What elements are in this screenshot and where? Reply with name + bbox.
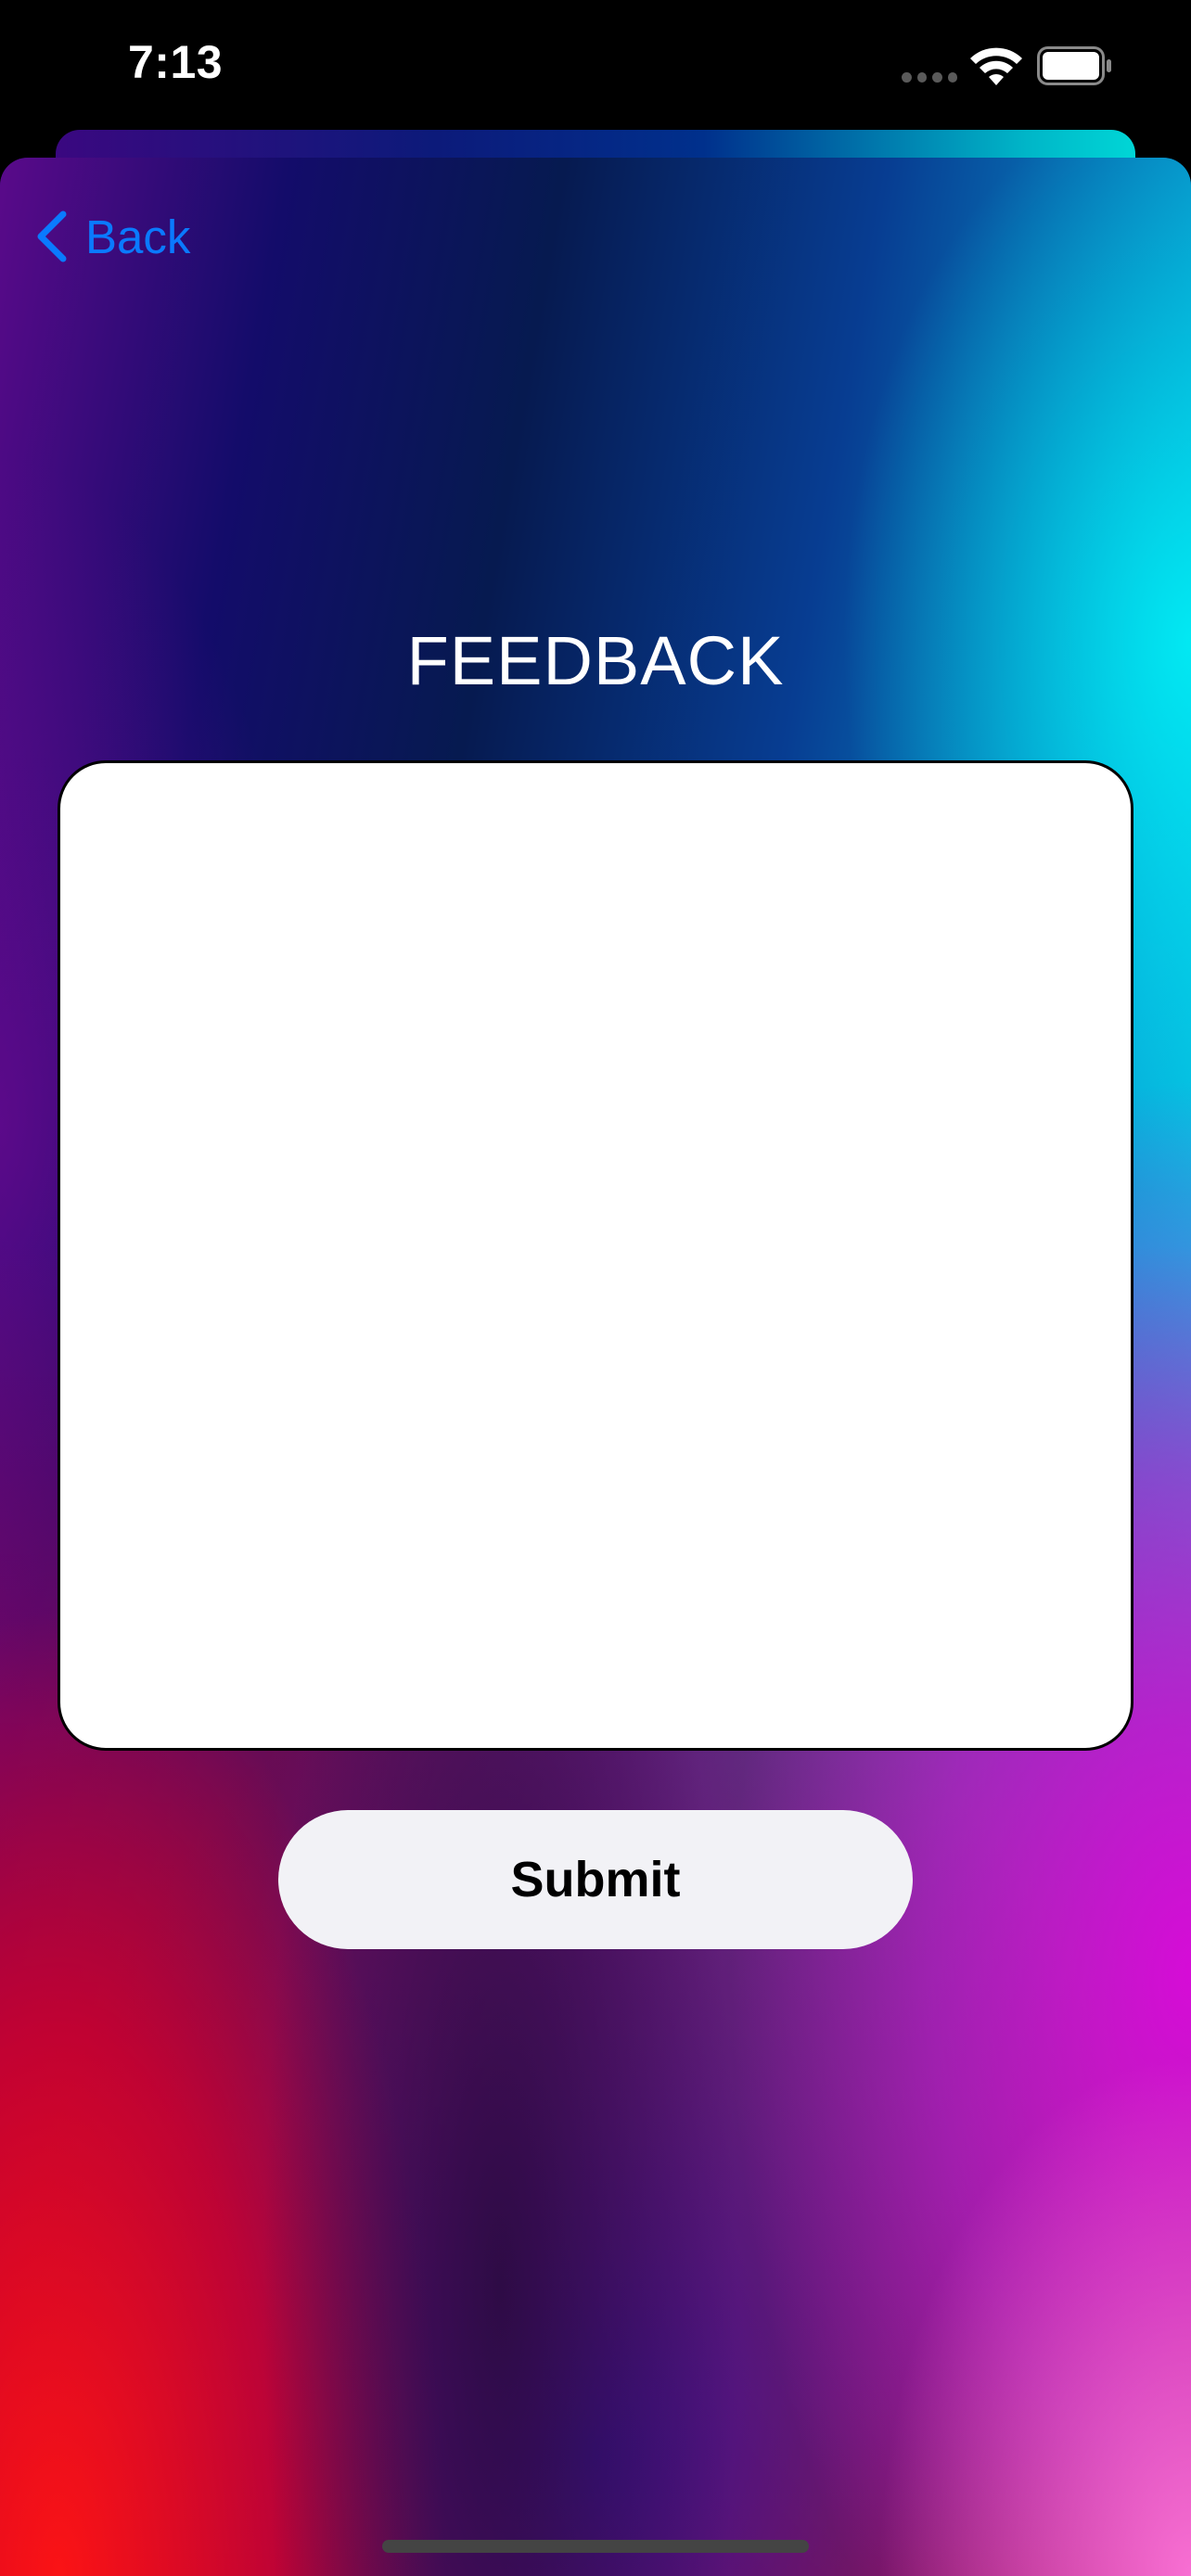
battery-full-icon: [1037, 46, 1111, 85]
app-screen: 7:13 Back FEEDBACK Submit: [0, 0, 1191, 2576]
wifi-icon: [970, 47, 1022, 85]
back-button[interactable]: Back: [33, 204, 190, 269]
status-time: 7:13: [128, 36, 224, 88]
status-bar: 7:13: [0, 0, 1191, 130]
page-title: FEEDBACK: [406, 622, 785, 699]
chevron-left-icon: [37, 210, 67, 262]
home-indicator[interactable]: [382, 2540, 809, 2553]
back-label: Back: [85, 210, 191, 263]
cellular-signal-icon: [902, 72, 957, 85]
submit-button[interactable]: Submit: [278, 1810, 913, 1949]
feedback-textarea[interactable]: [58, 760, 1133, 1751]
